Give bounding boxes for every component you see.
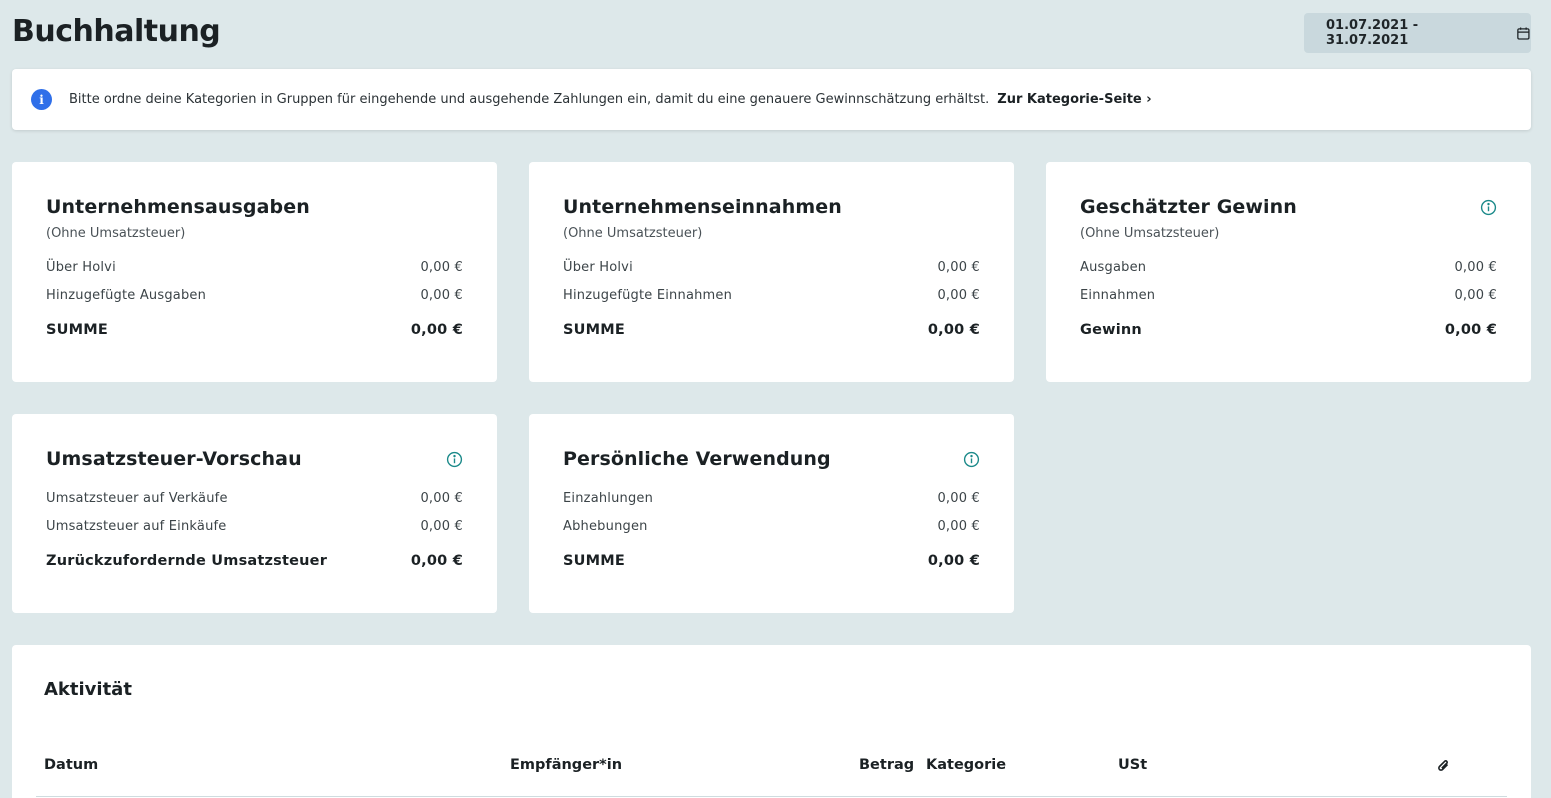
sum-label: Gewinn bbox=[1080, 322, 1142, 338]
card-row: Über Holvi 0,00 € bbox=[563, 260, 980, 275]
card-subtitle: (Ohne Umsatzsteuer) bbox=[563, 226, 703, 241]
row-value: 0,00 € bbox=[1454, 288, 1497, 303]
card-subtitle: (Ohne Umsatzsteuer) bbox=[1080, 226, 1220, 241]
row-value: 0,00 € bbox=[420, 519, 463, 534]
vat-preview-card: Umsatzsteuer-Vorschau Umsatzsteuer auf V… bbox=[12, 414, 497, 613]
card-row: Über Holvi 0,00 € bbox=[46, 260, 463, 275]
sum-value: 0,00 € bbox=[927, 322, 980, 338]
row-label: Hinzugefügte Einnahmen bbox=[563, 288, 733, 303]
card-row: Einnahmen 0,00 € bbox=[1080, 288, 1497, 303]
info-circle-icon[interactable] bbox=[963, 451, 980, 468]
row-label: Abhebungen bbox=[563, 519, 648, 534]
column-header-category[interactable]: Kategorie bbox=[926, 757, 1006, 773]
card-row: Einzahlungen 0,00 € bbox=[563, 491, 980, 506]
activity-panel: Aktivität Datum Empfänger*in Betrag Kate… bbox=[12, 645, 1531, 798]
card-row: Ausgaben 0,00 € bbox=[1080, 260, 1497, 275]
card-title: Persönliche Verwendung bbox=[563, 448, 831, 470]
row-value: 0,00 € bbox=[420, 288, 463, 303]
row-value: 0,00 € bbox=[420, 260, 463, 275]
column-header-vat[interactable]: USt bbox=[1118, 757, 1147, 773]
profit-card: Geschätzter Gewinn (Ohne Umsatzsteuer) A… bbox=[1046, 162, 1531, 382]
column-header-date[interactable]: Datum bbox=[44, 757, 98, 773]
expenses-card: Unternehmensausgaben (Ohne Umsatzsteuer)… bbox=[12, 162, 497, 382]
column-header-amount[interactable]: Betrag bbox=[859, 757, 914, 773]
card-row: Umsatzsteuer auf Einkäufe 0,00 € bbox=[46, 519, 463, 534]
page-title: Buchhaltung bbox=[12, 14, 221, 49]
row-label: Umsatzsteuer auf Verkäufe bbox=[46, 491, 228, 506]
row-label: Einzahlungen bbox=[563, 491, 654, 506]
sum-label: SUMME bbox=[563, 553, 625, 569]
row-label: Über Holvi bbox=[563, 260, 633, 275]
card-sum-row: Gewinn 0,00 € bbox=[1080, 322, 1497, 338]
sum-value: 0,00 € bbox=[410, 553, 463, 569]
sum-label: Zurückzufordernde Umsatzsteuer bbox=[46, 553, 328, 569]
sum-label: SUMME bbox=[46, 322, 108, 338]
card-sum-row: SUMME 0,00 € bbox=[563, 553, 980, 569]
row-value: 0,00 € bbox=[937, 288, 980, 303]
banner-text: Bitte ordne deine Kategorien in Gruppen … bbox=[69, 92, 990, 107]
info-icon: i bbox=[31, 89, 52, 110]
date-range-label: 01.07.2021 - 31.07.2021 bbox=[1326, 18, 1419, 48]
row-label: Hinzugefügte Ausgaben bbox=[46, 288, 207, 303]
calendar-icon bbox=[1517, 27, 1530, 40]
sum-label: SUMME bbox=[563, 322, 625, 338]
row-label: Einnahmen bbox=[1080, 288, 1156, 303]
row-label: Umsatzsteuer auf Einkäufe bbox=[46, 519, 227, 534]
column-header-recipient[interactable]: Empfänger*in bbox=[510, 757, 622, 773]
row-value: 0,00 € bbox=[937, 260, 980, 275]
card-title: Unternehmensausgaben bbox=[46, 196, 310, 218]
row-value: 0,00 € bbox=[1454, 260, 1497, 275]
row-label: Über Holvi bbox=[46, 260, 116, 275]
table-header-divider bbox=[36, 796, 1507, 797]
card-row: Hinzugefügte Einnahmen 0,00 € bbox=[563, 288, 980, 303]
card-title: Geschätzter Gewinn bbox=[1080, 196, 1297, 218]
income-card: Unternehmenseinnahmen (Ohne Umsatzsteuer… bbox=[529, 162, 1014, 382]
row-label: Ausgaben bbox=[1080, 260, 1147, 275]
card-title: Umsatzsteuer-Vorschau bbox=[46, 448, 302, 470]
card-sum-row: SUMME 0,00 € bbox=[563, 322, 980, 338]
personal-use-card: Persönliche Verwendung Einzahlungen 0,00… bbox=[529, 414, 1014, 613]
info-banner: i Bitte ordne deine Kategorien in Gruppe… bbox=[12, 69, 1531, 130]
card-sum-row: Zurückzufordernde Umsatzsteuer 0,00 € bbox=[46, 553, 463, 569]
date-range-button[interactable]: 01.07.2021 - 31.07.2021 bbox=[1304, 13, 1531, 53]
row-value: 0,00 € bbox=[937, 491, 980, 506]
row-value: 0,00 € bbox=[937, 519, 980, 534]
card-row: Umsatzsteuer auf Verkäufe 0,00 € bbox=[46, 491, 463, 506]
card-sum-row: SUMME 0,00 € bbox=[46, 322, 463, 338]
sum-value: 0,00 € bbox=[927, 553, 980, 569]
sum-value: 0,00 € bbox=[410, 322, 463, 338]
sum-value: 0,00 € bbox=[1444, 322, 1497, 338]
card-subtitle: (Ohne Umsatzsteuer) bbox=[46, 226, 186, 241]
card-row: Hinzugefügte Ausgaben 0,00 € bbox=[46, 288, 463, 303]
info-circle-icon[interactable] bbox=[446, 451, 463, 468]
row-value: 0,00 € bbox=[420, 491, 463, 506]
info-circle-icon[interactable] bbox=[1480, 199, 1497, 216]
card-title: Unternehmenseinnahmen bbox=[563, 196, 842, 218]
paperclip-icon bbox=[1438, 760, 1449, 771]
category-page-link[interactable]: Zur Kategorie-Seite › bbox=[997, 92, 1151, 107]
activity-title: Aktivität bbox=[44, 679, 132, 700]
card-row: Abhebungen 0,00 € bbox=[563, 519, 980, 534]
